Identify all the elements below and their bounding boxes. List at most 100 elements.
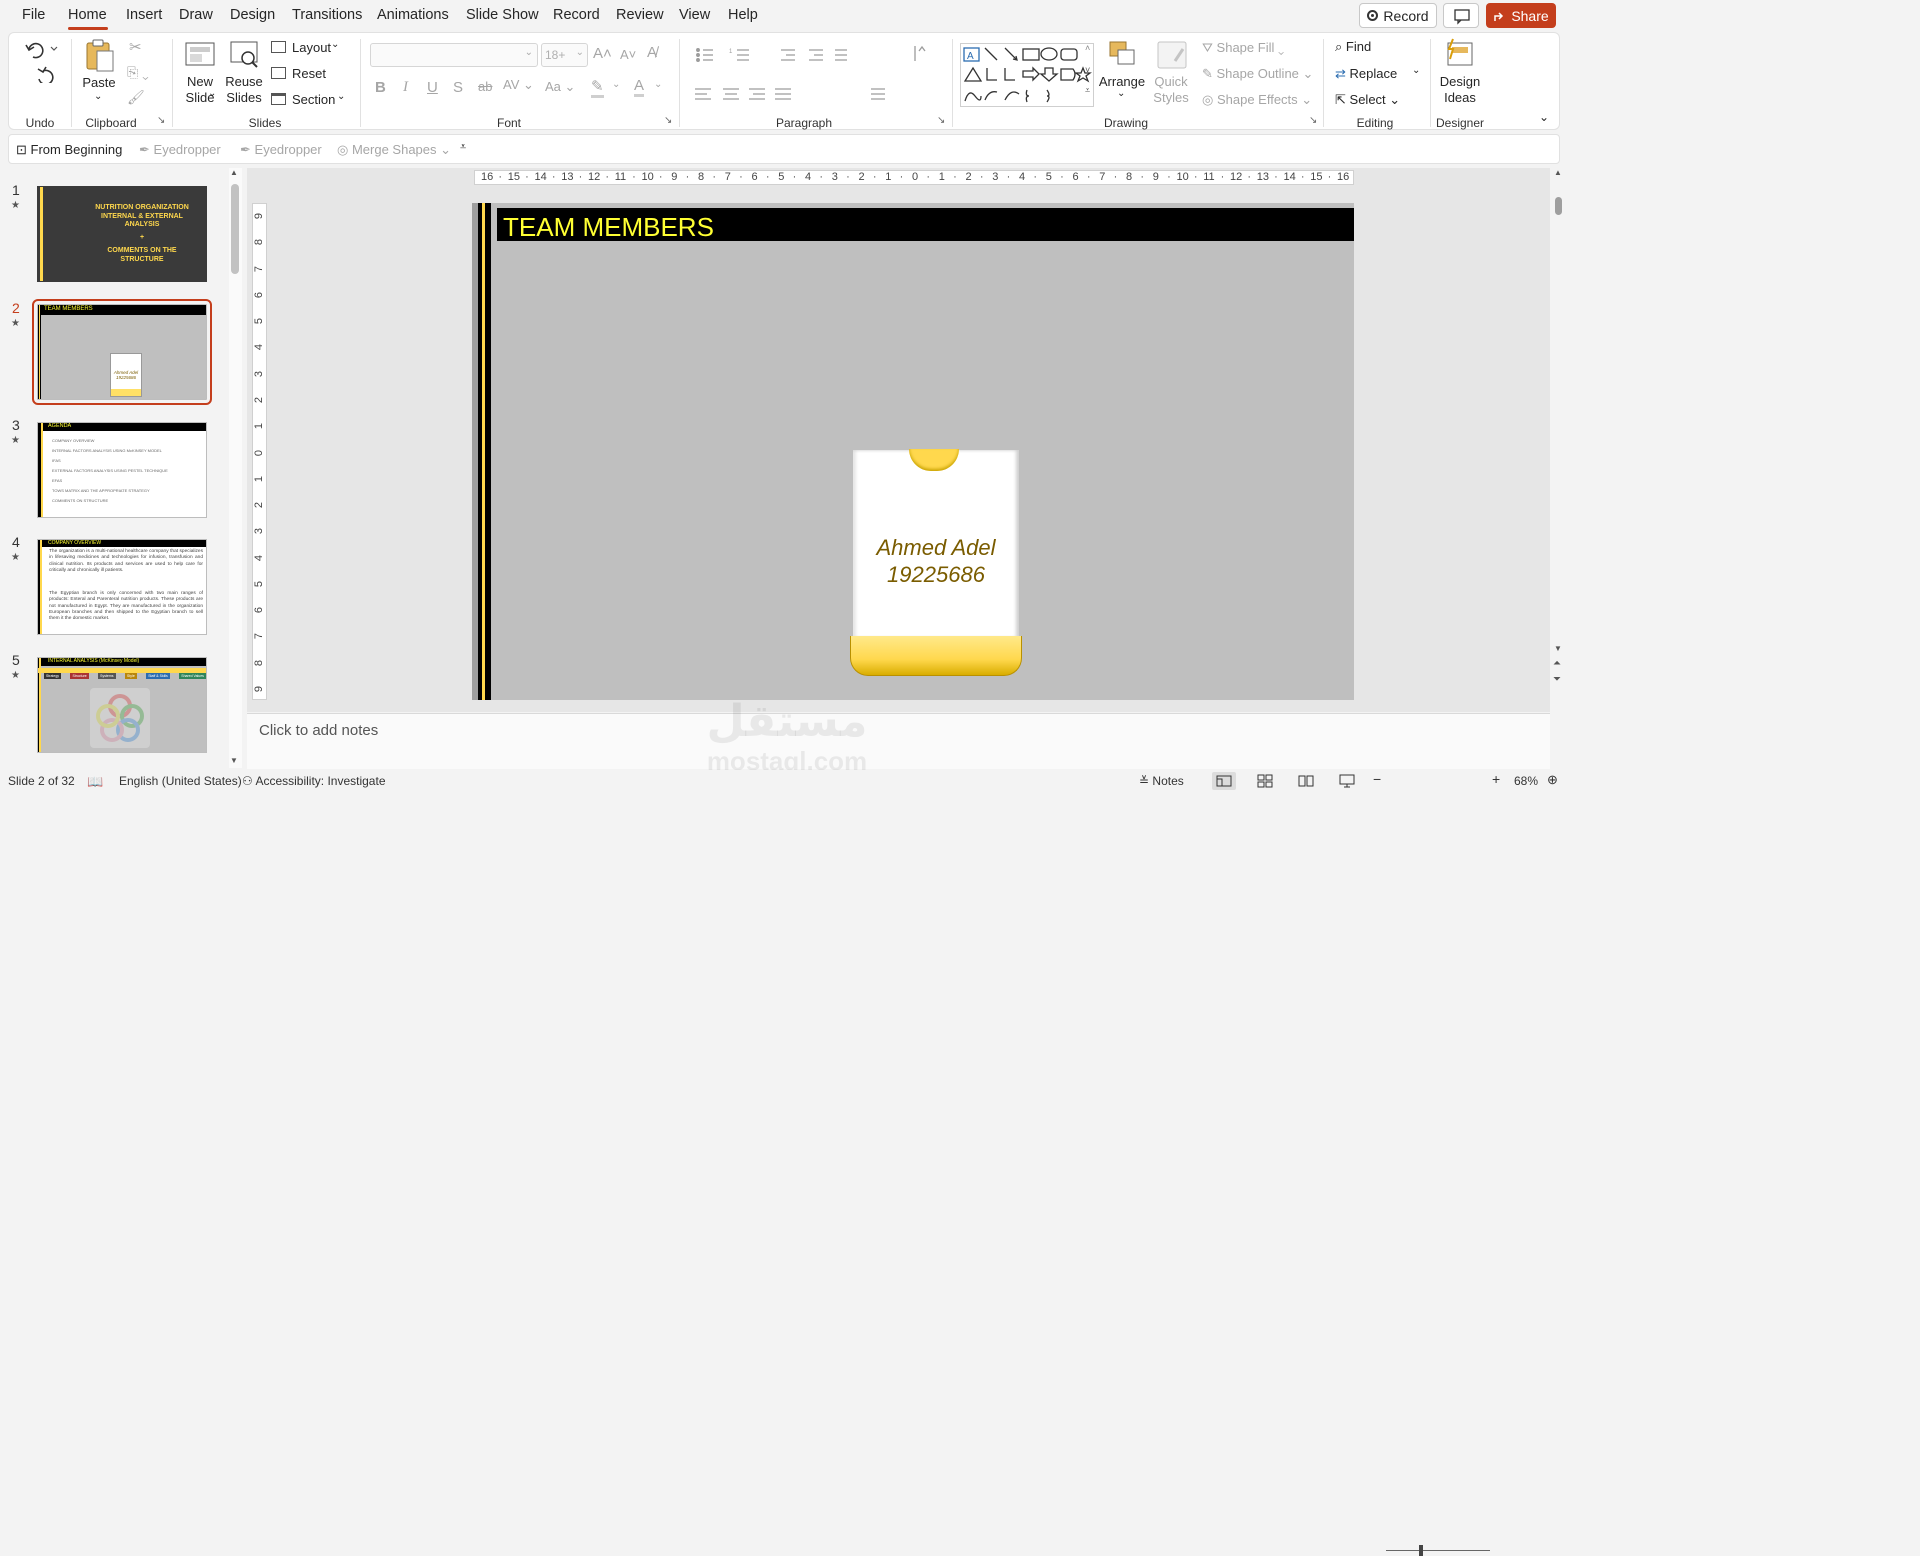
paragraph-launcher-icon[interactable]: ↘ xyxy=(937,115,945,126)
drawing-launcher-icon[interactable]: ↘ xyxy=(1309,115,1317,126)
highlight-icon[interactable]: ✎ xyxy=(591,77,604,98)
comments-button[interactable] xyxy=(1443,3,1479,28)
collapse-ribbon-icon[interactable]: ⌄ xyxy=(1539,110,1549,124)
slideshow-view-button[interactable] xyxy=(1339,774,1355,791)
slide-thumbnail-4[interactable]: COMPANY OVERVIEW The organization is a m… xyxy=(37,539,207,635)
reuse-slides-label-1[interactable]: Reuse xyxy=(225,74,263,90)
name-card[interactable]: Ahmed Adel 19225686 xyxy=(850,449,1022,677)
tab-help[interactable]: Help xyxy=(728,7,758,23)
new-slide-icon[interactable] xyxy=(184,39,218,71)
tab-home[interactable]: Home xyxy=(68,7,107,23)
slide-scrollbar[interactable]: ▲ ▼ ⏶ ⏷ xyxy=(1551,168,1566,712)
copy-icon[interactable]: ⎘ ⌄ xyxy=(127,64,149,81)
increase-font-icon[interactable]: A˄ xyxy=(593,45,612,62)
eyedropper-button-1[interactable]: ✒ Eyedropper xyxy=(139,142,221,158)
previous-slide-icon[interactable]: ⏶ xyxy=(1553,658,1561,669)
char-spacing-icon[interactable]: AV ⌄ xyxy=(503,77,534,93)
member-name[interactable]: Ahmed Adel xyxy=(850,534,1022,561)
tab-slide-show[interactable]: Slide Show xyxy=(466,7,539,23)
shape-outline-button[interactable]: ✎ Shape Outline ⌄ xyxy=(1202,66,1313,82)
customize-qat-icon[interactable]: ⩡ xyxy=(460,141,466,154)
zoom-in-icon[interactable]: + xyxy=(1492,771,1500,787)
eyedropper-button-2[interactable]: ✒ Eyedropper xyxy=(240,142,322,158)
tab-record[interactable]: Record xyxy=(553,7,600,23)
zoom-slider-thumb[interactable] xyxy=(1419,1545,1424,1556)
notes-pane[interactable]: Click to add notes مستقل mostaql.com xyxy=(247,696,1550,776)
font-size-box[interactable]: 18+ ⌄ xyxy=(541,43,588,67)
highlight-chevron-icon[interactable]: ⌄ xyxy=(612,79,620,90)
clipboard-launcher-icon[interactable]: ↘ xyxy=(157,115,165,126)
slide-thumbnail-1[interactable]: NUTRITION ORGANIZATION INTERNAL & EXTERN… xyxy=(37,186,207,282)
change-case-icon[interactable]: Aa ⌄ xyxy=(545,79,575,95)
normal-view-button[interactable] xyxy=(1212,772,1236,790)
replace-button[interactable]: ⇄ Replace xyxy=(1335,66,1397,82)
quick-styles-label-1[interactable]: Quick xyxy=(1154,74,1187,90)
slide-sorter-button[interactable] xyxy=(1257,774,1273,791)
slide-thumbnail-5[interactable]: INTERNAL ANALYSIS (McKinsey Model) Strat… xyxy=(37,657,207,753)
main-slide[interactable]: TEAM MEMBERS Ahmed Adel 19225686 xyxy=(472,203,1354,700)
reuse-slides-label-2[interactable]: Slides xyxy=(226,90,261,106)
gallery-scroll-down-icon[interactable]: ˅ xyxy=(1085,65,1090,75)
notes-placeholder[interactable]: Click to add notes xyxy=(259,722,378,739)
layout-chevron-icon[interactable]: ⌄ xyxy=(331,39,339,50)
undo-icon[interactable] xyxy=(23,37,59,83)
paste-icon[interactable] xyxy=(83,39,117,73)
fit-to-window-icon[interactable]: ⊕ xyxy=(1547,772,1558,788)
quick-styles-icon[interactable] xyxy=(1155,39,1189,71)
accessibility-button[interactable]: ⚇ Accessibility: Investigate xyxy=(242,774,386,788)
shadow-icon[interactable]: S xyxy=(453,79,463,96)
font-name-chevron-icon[interactable]: ⌄ xyxy=(525,47,533,58)
paste-chevron-icon[interactable]: ⌄ xyxy=(94,91,102,102)
slide-scroll-thumb[interactable] xyxy=(1555,197,1562,215)
strikethrough-icon[interactable]: ab xyxy=(478,79,492,94)
arrange-icon[interactable] xyxy=(1106,39,1140,71)
spellcheck-icon[interactable]: 📖 xyxy=(87,774,103,790)
clear-formatting-icon[interactable]: A̸ xyxy=(647,44,657,61)
tab-file[interactable]: File xyxy=(22,7,45,23)
tab-draw[interactable]: Draw xyxy=(179,7,213,23)
scroll-down-icon[interactable]: ▼ xyxy=(230,756,238,765)
bold-icon[interactable]: B xyxy=(375,79,386,96)
gallery-more-icon[interactable]: ⩡ xyxy=(1085,85,1090,96)
design-ideas-label-1[interactable]: Design xyxy=(1440,74,1480,90)
underline-icon[interactable]: U xyxy=(427,79,438,96)
scroll-up-icon[interactable]: ▲ xyxy=(230,168,238,177)
arrange-chevron-icon[interactable]: ⌄ xyxy=(1117,88,1125,99)
share-button[interactable]: Share xyxy=(1486,3,1556,28)
from-beginning-button[interactable]: ⊡ From Beginning xyxy=(16,142,122,158)
replace-chevron-icon[interactable]: ⌄ xyxy=(1412,65,1420,76)
tab-view[interactable]: View xyxy=(679,7,710,23)
format-painter-icon[interactable]: 🖌 xyxy=(127,89,145,106)
quick-styles-label-2[interactable]: Styles xyxy=(1153,90,1188,106)
font-launcher-icon[interactable]: ↘ xyxy=(664,115,672,126)
tab-design[interactable]: Design xyxy=(230,7,275,23)
shape-fill-button[interactable]: ⛛ Shape Fill ⌄ xyxy=(1202,40,1284,56)
scroll-down-icon[interactable]: ▼ xyxy=(1554,644,1562,653)
font-color-icon[interactable]: A xyxy=(634,77,645,97)
reset-button[interactable]: Reset xyxy=(292,66,326,81)
design-ideas-label-2[interactable]: Ideas xyxy=(1444,90,1476,106)
decrease-font-icon[interactable]: A˅ xyxy=(620,47,636,62)
reuse-slides-icon[interactable] xyxy=(228,39,262,71)
tab-insert[interactable]: Insert xyxy=(126,7,162,23)
font-size-chevron-icon[interactable]: ⌄ xyxy=(576,47,584,58)
thumbnail-scroll-thumb[interactable] xyxy=(231,184,239,274)
design-ideas-icon[interactable] xyxy=(1443,37,1477,71)
next-slide-icon[interactable]: ⏷ xyxy=(1553,674,1561,685)
slide-title[interactable]: TEAM MEMBERS xyxy=(503,212,714,243)
tab-transitions[interactable]: Transitions xyxy=(292,7,362,23)
slide-thumbnail-3[interactable]: AGENDA COMPANY OVERVIEW INTERNAL FACTORS… xyxy=(37,422,207,518)
notes-toggle-button[interactable]: ≚ Notes xyxy=(1139,774,1184,788)
section-button[interactable]: Section xyxy=(292,92,335,107)
gallery-scroll-up-icon[interactable]: ˄ xyxy=(1085,43,1090,53)
member-id[interactable]: 19225686 xyxy=(850,561,1022,588)
shapes-gallery[interactable]: A xyxy=(960,43,1094,107)
font-color-chevron-icon[interactable]: ⌄ xyxy=(654,79,662,90)
zoom-out-icon[interactable]: − xyxy=(1373,771,1381,787)
shape-effects-button[interactable]: ◎ Shape Effects ⌄ xyxy=(1202,92,1312,108)
tab-animations[interactable]: Animations xyxy=(377,7,449,23)
scroll-up-icon[interactable]: ▲ xyxy=(1554,168,1562,177)
cut-icon[interactable]: ✂ xyxy=(129,38,142,56)
section-chevron-icon[interactable]: ⌄ xyxy=(337,91,345,102)
reading-view-button[interactable] xyxy=(1298,774,1314,791)
